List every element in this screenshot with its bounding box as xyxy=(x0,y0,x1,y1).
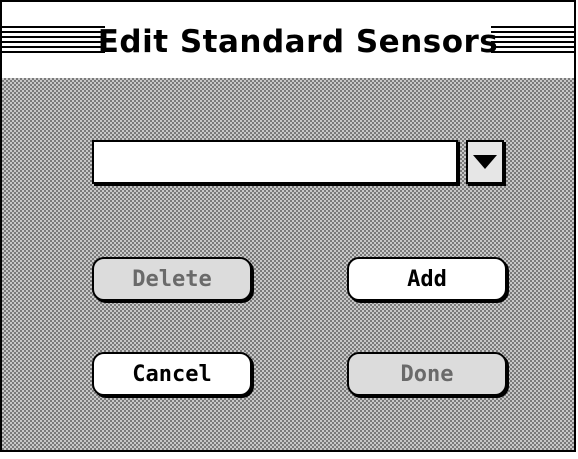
title-bar[interactable]: Edit Standard Sensors xyxy=(2,2,574,80)
done-button-label: Done xyxy=(400,361,454,387)
sensor-combo-field[interactable] xyxy=(92,140,458,184)
sensor-dropdown-button[interactable] xyxy=(466,140,504,184)
dialog-window: Edit Standard Sensors Delete Add Cancel … xyxy=(0,0,576,452)
cancel-button-label: Cancel xyxy=(132,361,212,387)
triangle-down-icon xyxy=(473,155,497,169)
title-box: Edit Standard Sensors xyxy=(98,22,498,62)
done-button[interactable]: Done xyxy=(347,352,507,396)
delete-button-label: Delete xyxy=(132,266,212,292)
add-button[interactable]: Add xyxy=(347,257,507,301)
add-button-label: Add xyxy=(407,266,447,292)
window-title: Edit Standard Sensors xyxy=(97,24,499,60)
cancel-button[interactable]: Cancel xyxy=(92,352,252,396)
delete-button[interactable]: Delete xyxy=(92,257,252,301)
dialog-content: Delete Add Cancel Done xyxy=(2,78,574,450)
